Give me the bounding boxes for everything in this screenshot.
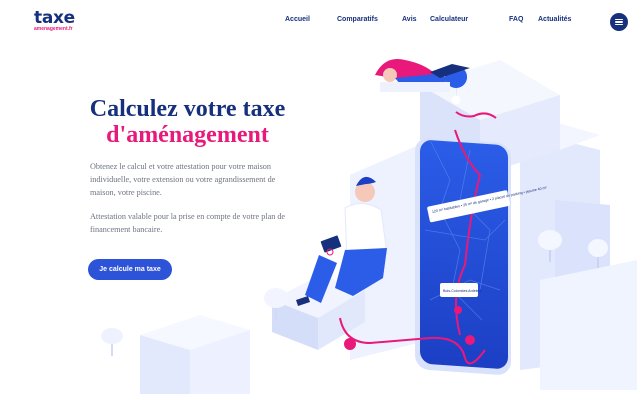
cable-plug (344, 338, 356, 350)
hero-paragraph-2: Attestation valable pour la prise en com… (90, 212, 286, 234)
map-callout-2: Bois-Colombes Ardèle 8 (443, 289, 482, 293)
hero-title: Calculez votre taxe d'aménagement (80, 96, 295, 148)
hero-title-line1: Calculez votre taxe (89, 96, 286, 122)
foreground-cubes (140, 315, 250, 394)
hero-title-line2: d'aménagement (106, 122, 269, 148)
calculate-tax-button[interactable]: Je calcule ma taxe (88, 259, 172, 280)
hero-paragraph-1: Obtenez le calcul et votre attestation p… (90, 162, 276, 197)
